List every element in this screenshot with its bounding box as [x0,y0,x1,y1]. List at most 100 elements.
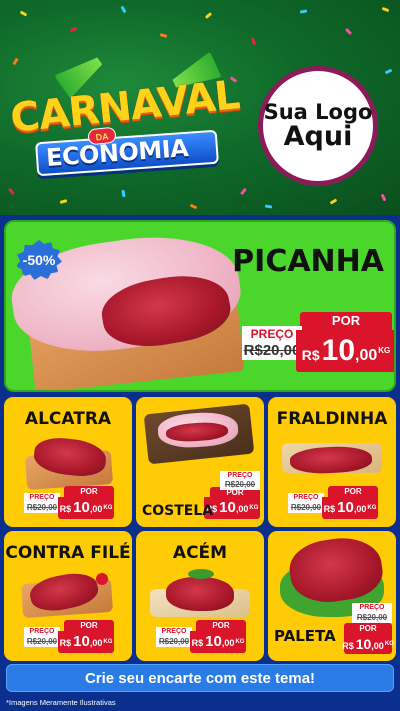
por-label: POR [300,312,392,330]
currency: R$ [59,504,72,514]
por-label: POR [64,620,114,631]
old-price: R$20,00 [220,480,260,490]
product-card-fraldinha[interactable]: FRALDINHA POR PREÇO R$20,00 R$ 10 ,00 KG [268,397,396,527]
price-integer: 10 [337,499,354,516]
price-cents: ,00 [371,641,384,651]
confetti [204,12,213,19]
por-label: POR [196,620,246,631]
product-name: ALCATRA [24,409,112,429]
new-price: R$ 10 ,00 KG [58,497,114,519]
currency: R$ [323,504,336,514]
price-unit: KG [378,346,391,355]
confetti [329,198,338,205]
preco-label: PREÇO [288,493,324,503]
price-unit: KG [249,505,259,511]
price-cents: ,00 [355,347,378,364]
tomato-garnish-image [96,573,108,585]
price-tag: POR PREÇO R$20,00 R$ 10 ,00 KG [24,486,114,522]
old-price: R$20,00 [352,613,392,623]
product-card-alcatra[interactable]: ALCATRA POR PREÇO R$20,00 R$ 10 ,00 KG [4,397,132,527]
price-tag: POR PREÇO R$20,00 R$ 10 ,00 KG [288,486,378,522]
product-name: CONTRA FILÉ [5,543,131,563]
price-cents: ,00 [89,504,103,514]
confetti [384,68,393,75]
price-unit: KG [103,639,113,645]
confetti [189,203,198,210]
confetti [69,26,78,33]
confetti [159,33,168,38]
price-integer: 10 [355,636,372,652]
confetti [381,6,390,13]
old-price: R$20,00 [288,503,324,513]
new-price: R$ 10 ,00 KG [190,631,246,653]
product-name: ACÉM [172,543,228,563]
header-banner: CARNAVAL ECONOMIA DA Sua Logo Aqui [0,0,400,215]
price-unit: KG [103,505,113,511]
preco-label: PREÇO [242,326,302,342]
price-tag: PREÇO R$20,00 POR R$ 10 ,00 KG [342,603,394,655]
price-integer: 10 [73,633,90,650]
currency: R$ [59,638,72,648]
product-name: PALETA [274,627,336,645]
new-price: R$ 10 ,00 KG [342,634,394,654]
old-price: R$20,00 [24,503,60,513]
confetti [8,187,15,196]
confetti [19,10,28,17]
price-tag: POR PREÇO R$20,00 R$ 10 ,00 KG [156,620,246,656]
preco-label: PREÇO [352,603,392,613]
confetti [264,204,273,209]
logo-text-line1: Sua Logo [263,99,373,124]
create-flyer-button[interactable]: Crie seu encarte com este tema! [6,664,394,692]
product-name: COSTELA [142,503,214,519]
price-unit: KG [367,505,377,511]
confetti [120,5,127,14]
confetti [12,57,19,66]
product-name: PICANHA [232,244,384,279]
old-price: R$20,00 [24,637,60,647]
price-unit: KG [235,639,245,645]
price-cents: ,00 [221,638,235,648]
confetti [344,27,353,36]
currency: R$ [342,641,354,651]
price-tag: POR PREÇO R$20,00 R$ 10 ,00 KG [242,312,394,372]
disclaimer-text: *Imagens Meramente Ilustrativas [6,698,116,707]
price-cents: ,00 [89,638,103,648]
acem-meat-image [166,577,234,611]
product-card-contra-file[interactable]: CONTRA FILÉ POR PREÇO R$20,00 R$ 10 ,00 … [4,531,132,661]
confetti [250,37,257,46]
price-integer: 10 [205,633,222,650]
new-price: R$ 10 ,00 KG [58,631,114,653]
new-price: R$ 10 ,00 KG [322,497,378,519]
confetti [299,9,308,14]
price-cents: ,00 [353,504,367,514]
por-label: POR [344,623,392,634]
herb-garnish-image [188,569,214,579]
old-price: R$20,00 [242,342,302,360]
price-tag: POR PREÇO R$20,00 R$ 10 ,00 KG [24,620,114,656]
product-card-costela[interactable]: POR PREÇO R$20,00 R$ 10 ,00 KG COSTELA [136,397,264,527]
preco-label: PREÇO [24,627,60,637]
new-price: R$ 10 ,00 KG [296,330,394,372]
product-name: FRALDINHA [276,409,388,429]
price-integer: 10 [219,499,236,516]
price-integer: 10 [73,499,90,516]
logo-placeholder[interactable]: Sua Logo Aqui [258,66,378,186]
por-label: POR [64,486,114,497]
featured-product-card[interactable]: -50% PICANHA POR PREÇO R$20,00 R$ 10 ,00… [4,220,396,392]
product-card-paleta[interactable]: PREÇO R$20,00 POR R$ 10 ,00 KG PALETA [268,531,396,661]
currency: R$ [301,347,320,363]
confetti [59,199,68,204]
preco-label: PREÇO [24,493,60,503]
confetti [121,189,126,198]
old-price: R$20,00 [156,637,192,647]
por-label: POR [328,486,378,497]
confetti [380,193,387,202]
price-tag: POR PREÇO R$20,00 R$ 10 ,00 KG [170,471,260,519]
product-card-acem[interactable]: ACÉM POR PREÇO R$20,00 R$ 10 ,00 KG [136,531,264,661]
logo-text-line2: Aqui [283,120,353,152]
price-unit: KG [384,641,394,647]
price-cents: ,00 [235,504,249,514]
preco-label: PREÇO [156,627,192,637]
price-integer: 10 [321,334,356,367]
currency: R$ [191,638,204,648]
